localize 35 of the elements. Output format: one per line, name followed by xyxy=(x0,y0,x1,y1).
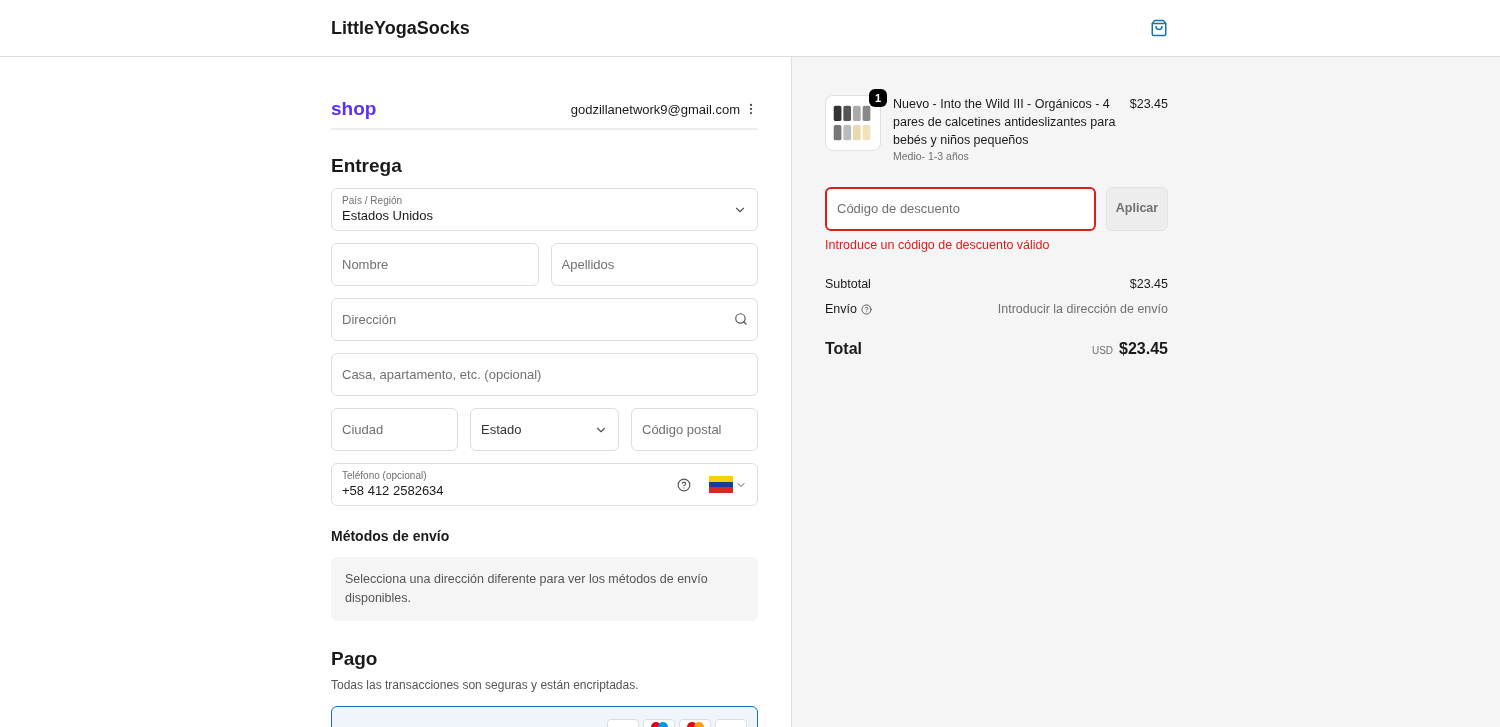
section-title: Métodos de envío xyxy=(331,527,451,546)
city-field[interactable]: Ciudad xyxy=(331,408,458,451)
country-select[interactable]: País / Región Estados Unidos xyxy=(331,188,758,231)
shipping-value: Introducir la dirección de envío xyxy=(997,301,1168,319)
field-label: País / Región xyxy=(342,195,404,208)
subtotal-value: $23.45 xyxy=(1129,275,1168,293)
apartment-field[interactable]: Casa, apartamento, etc. (opcional) xyxy=(331,353,758,396)
quantity-badge: 1 xyxy=(869,89,887,107)
product-price: $23.45 xyxy=(1129,96,1168,113)
account-email: godzillanetwork9@gmail.com xyxy=(570,100,740,119)
field-label: Teléfono (opcional) xyxy=(342,470,428,483)
phone-field[interactable]: Teléfono (opcional) +58 412 2582634 xyxy=(331,463,758,506)
postal-code-field[interactable]: Código postal xyxy=(631,408,758,451)
payment-subtitle: Todas las transacciones son seguras y están encriptadas. xyxy=(331,676,640,694)
address-field[interactable]: Dirección xyxy=(331,298,758,341)
shop-logo: shop xyxy=(331,97,377,121)
shipping-label: Envío xyxy=(825,301,857,319)
product-name: Nuevo - Into the Wild III - Orgánicos - 4 pares de calcetines antideslizantes para bebés y niños pequeños xyxy=(893,96,1117,149)
section-title: Entrega xyxy=(331,153,403,178)
store-name[interactable]: LittleYogaSocks xyxy=(331,14,470,42)
total-label: Total xyxy=(825,339,863,359)
discount-field[interactable]: Código de descuento xyxy=(825,186,1096,231)
apply-button[interactable]: Aplicar xyxy=(1106,186,1168,231)
section-title: Pago xyxy=(331,647,379,671)
field-value: Estados Unidos xyxy=(342,207,435,224)
currency-code: USD xyxy=(1091,344,1114,358)
last-name-field[interactable]: Apellidos xyxy=(550,243,758,286)
total-value: $23.45 xyxy=(1119,339,1168,359)
first-name-field[interactable]: Nombre xyxy=(331,243,539,286)
shipping-notice: Selecciona una dirección diferente para ver los métodos de envío disponibles. xyxy=(331,557,758,621)
product-variant: Medio- 1-3 años xyxy=(893,149,970,164)
state-select[interactable]: Estado xyxy=(470,408,619,451)
field-value: +58 412 2582634 xyxy=(342,482,445,499)
error-message: Introduce un código de descuento válido xyxy=(825,236,1051,254)
subtotal-label: Subtotal xyxy=(825,275,871,293)
